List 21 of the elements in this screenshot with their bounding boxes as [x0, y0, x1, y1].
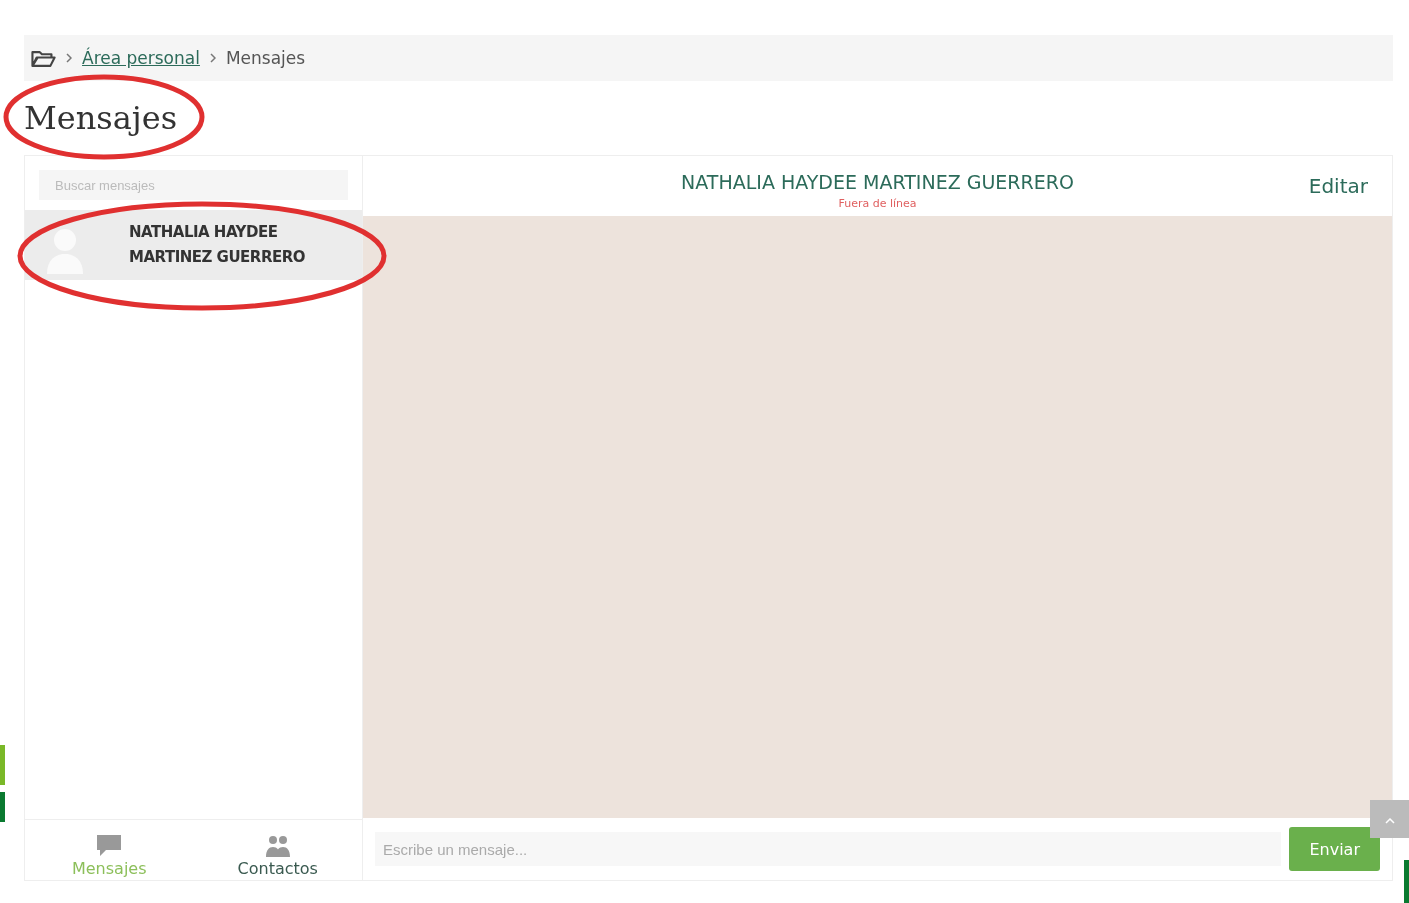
tab[interactable]: Contactos [193, 820, 362, 880]
breadcrumb-link[interactable]: Área personal [82, 48, 200, 68]
conversation-item[interactable]: NATHALIA HAYDEE MARTINEZ GUERRERO [25, 210, 362, 280]
accent-bar [1404, 860, 1409, 903]
message-field[interactable]: Escribe un mensaje... [375, 832, 1282, 866]
page-title: Mensajes [24, 99, 179, 137]
caret-icon [1384, 817, 1395, 824]
folder-icon [30, 48, 56, 68]
search-field[interactable]: Buscar mensajes [39, 170, 348, 200]
accent-bar [0, 792, 5, 822]
status-text: Fuera de línea [838, 196, 917, 210]
contact-name: NATHALIA HAYDEE MARTINEZ GUERRERO [129, 222, 306, 268]
edit-link[interactable]: Editar [1308, 174, 1368, 198]
chevron-icon [209, 53, 216, 63]
chat-bubble-icon [96, 833, 123, 859]
chevron-icon [66, 53, 72, 63]
scroll-top-button[interactable] [1370, 800, 1409, 838]
people-icon [264, 833, 291, 859]
breadcrumb-current: Mensajes [225, 48, 306, 68]
accent-bar [0, 745, 5, 785]
contact-name: NATHALIA HAYDEE MARTINEZ GUERRERO [681, 170, 1074, 193]
